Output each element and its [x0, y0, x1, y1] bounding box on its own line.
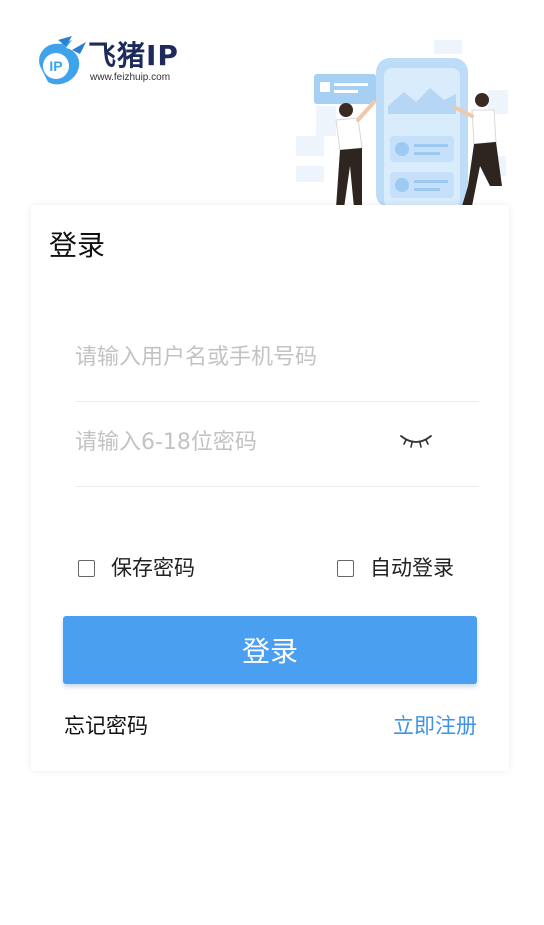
auto-login-option[interactable]: 自动登录 [337, 555, 454, 581]
auto-login-label: 自动登录 [370, 556, 454, 580]
register-link[interactable]: 立即注册 [393, 712, 477, 740]
brand-name: 飞猪IP [88, 39, 179, 72]
username-field [75, 317, 479, 402]
save-password-label: 保存密码 [111, 556, 195, 580]
save-password-option[interactable]: 保存密码 [78, 555, 195, 581]
brand-logo: IP 飞猪IP www.feizhuip.com [32, 36, 202, 92]
password-field [75, 402, 479, 487]
eye-closed-icon[interactable] [399, 428, 433, 452]
save-password-checkbox[interactable] [78, 559, 95, 577]
logo-badge-text: IP [49, 58, 62, 74]
login-button[interactable]: 登录 [63, 616, 477, 684]
auto-login-checkbox[interactable] [337, 559, 354, 577]
forgot-password-link[interactable]: 忘记密码 [64, 712, 148, 740]
people-phone-illustration [296, 40, 508, 208]
username-input[interactable] [75, 337, 395, 377]
password-input[interactable] [75, 422, 395, 462]
brand-url: www.feizhuip.com [90, 72, 171, 83]
login-card: 登录 保存密码 自动登录 登录 忘记密码 立即注册 [31, 205, 509, 771]
logo-mark-icon: IP [39, 36, 86, 85]
login-title: 登录 [49, 229, 106, 262]
